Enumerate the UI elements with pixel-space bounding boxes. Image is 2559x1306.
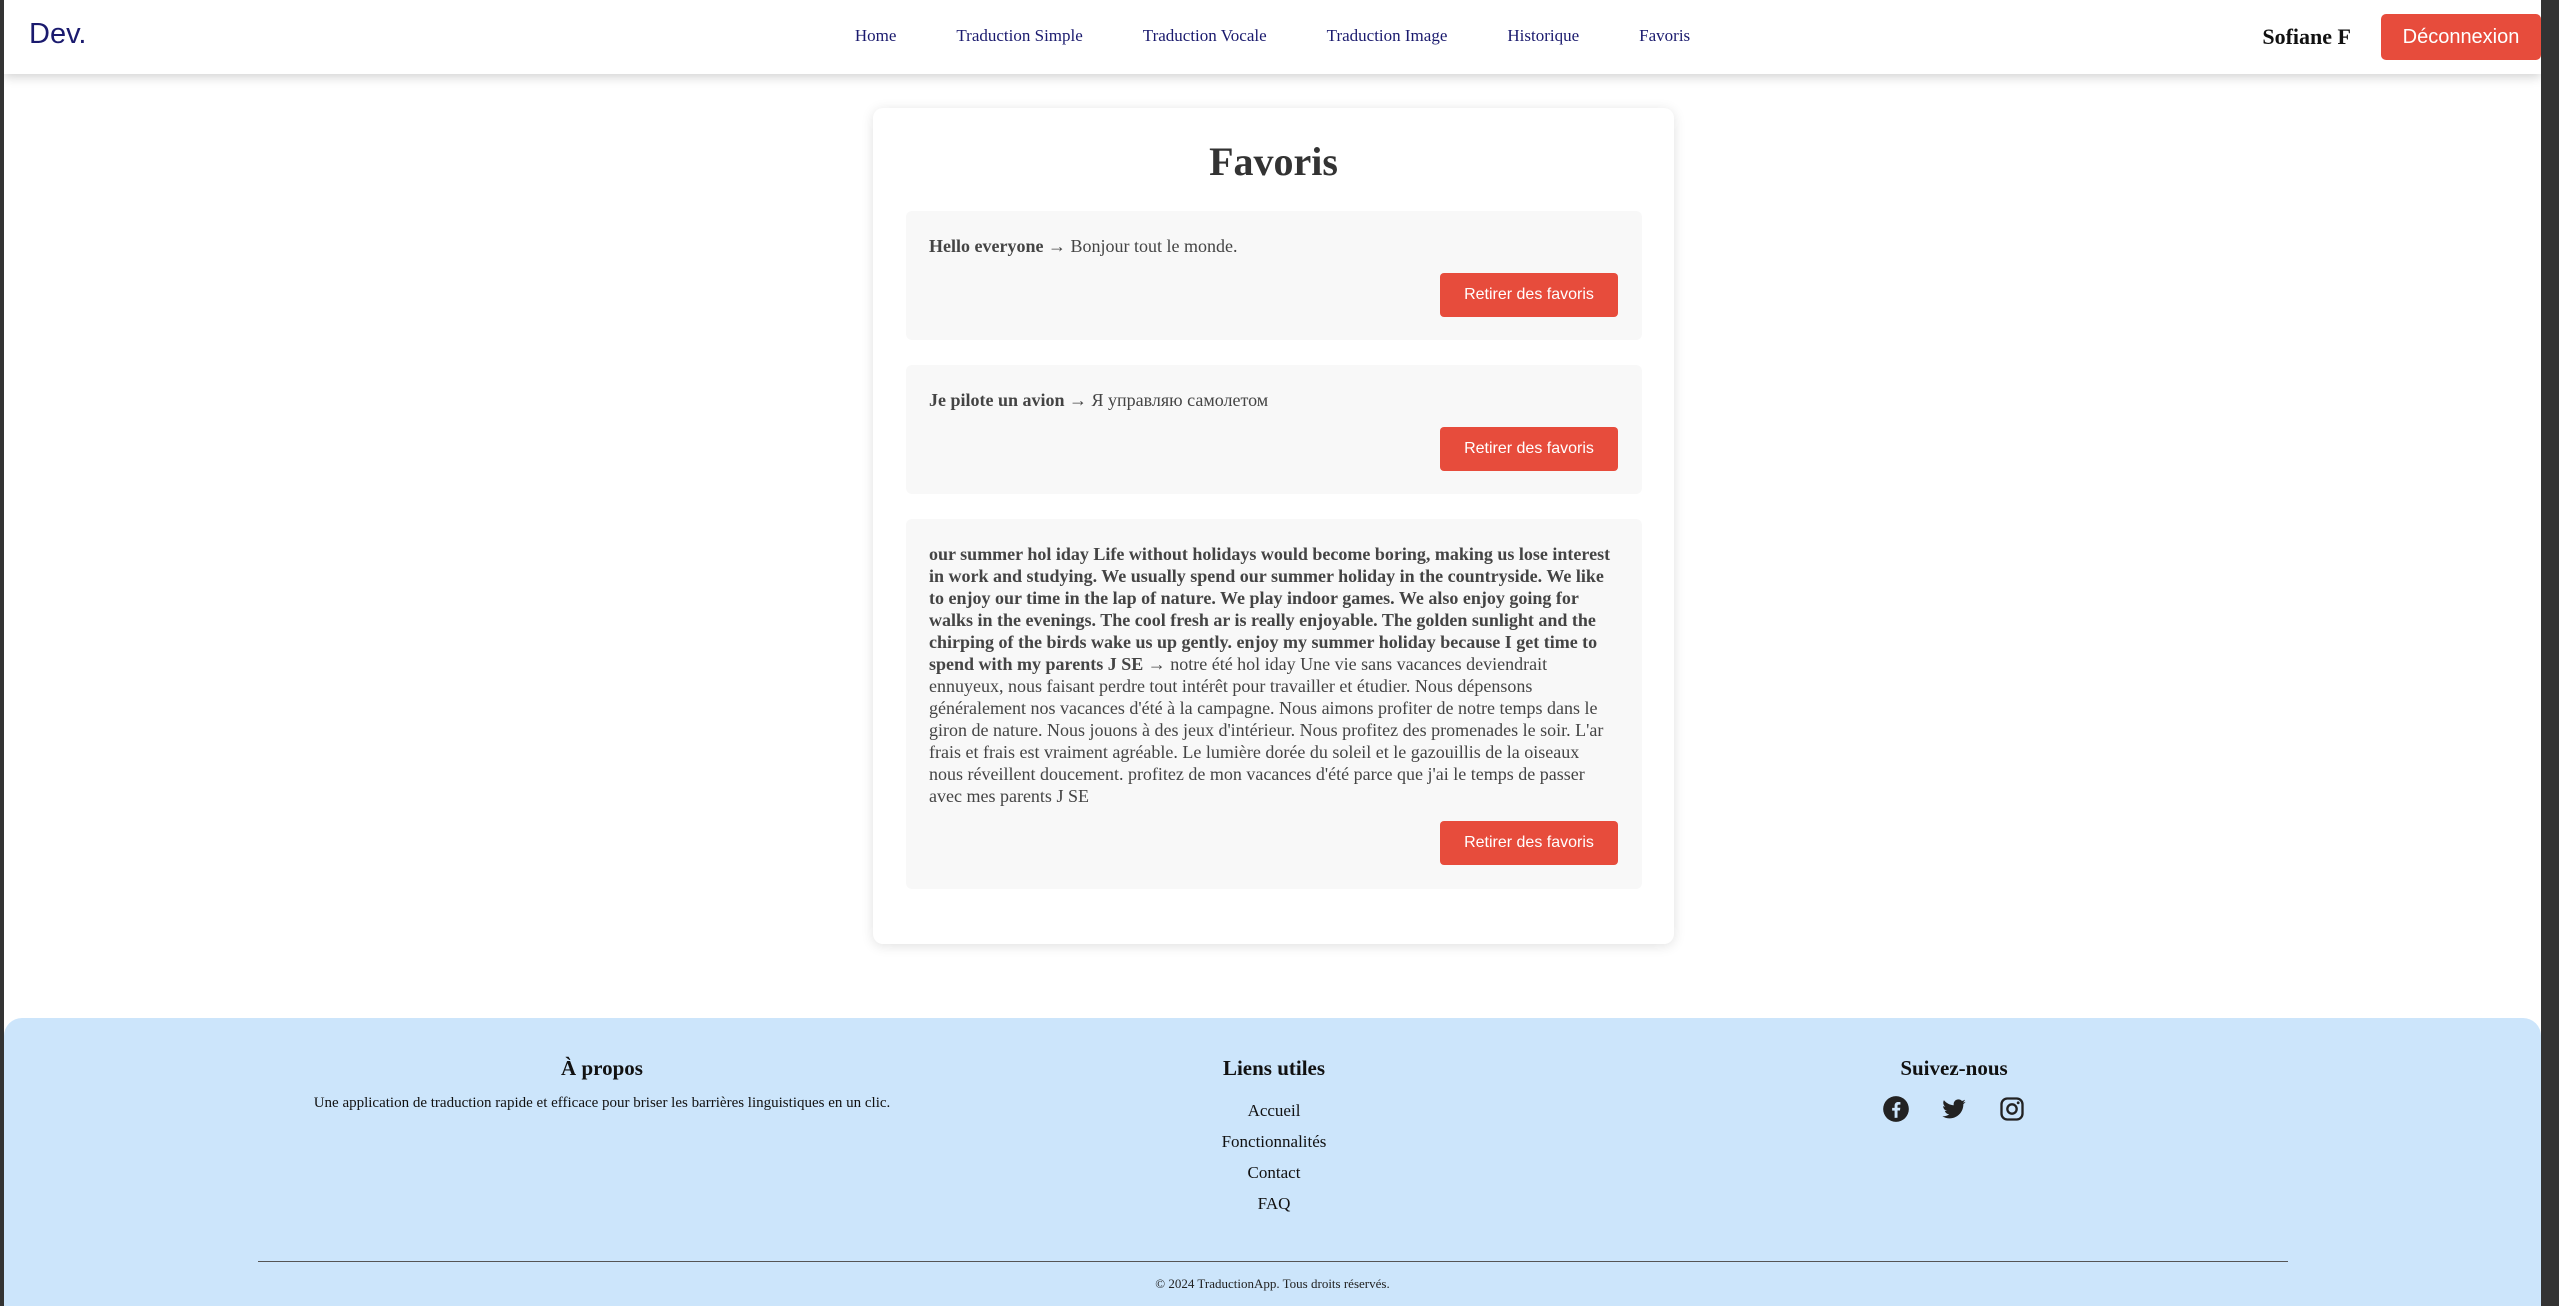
nav-link-historique[interactable]: Historique (1507, 26, 1579, 46)
twitter-icon[interactable] (1940, 1095, 1968, 1123)
favorites-card: Favoris Hello everyone → Bonjour tout le… (873, 108, 1674, 944)
footer-about-text: Une application de traduction rapide et … (313, 1095, 891, 1111)
nav-link-traduction-vocale[interactable]: Traduction Vocale (1143, 26, 1267, 46)
favorite-translation: Bonjour tout le monde. (1070, 236, 1238, 256)
favorite-text: Je pilote un avion → Я управляю самолето… (929, 389, 1612, 411)
nav-link-home[interactable]: Home (855, 26, 897, 46)
remove-favorite-button[interactable]: Retirer des favoris (1440, 273, 1618, 317)
footer-link-contact[interactable]: Contact (1074, 1157, 1474, 1188)
footer-about-title: À propos (561, 1056, 643, 1080)
favorite-text: our summer hol iday Life without holiday… (929, 543, 1612, 807)
logout-button[interactable]: Déconnexion (2381, 14, 2541, 60)
navbar: Dev. Home Traduction Simple Traduction V… (4, 0, 2541, 74)
copyright: © 2024 TraductionApp. Tous droits réserv… (1155, 1276, 1390, 1291)
footer-divider (258, 1261, 2288, 1262)
nav-links: Home Traduction Simple Traduction Vocale… (4, 26, 2541, 46)
remove-favorite-button[interactable]: Retirer des favoris (1440, 427, 1618, 471)
nav-link-favoris[interactable]: Favoris (1639, 26, 1690, 46)
favorite-item: our summer hol iday Life without holiday… (906, 519, 1642, 889)
nav-link-traduction-image[interactable]: Traduction Image (1327, 26, 1448, 46)
footer-link-faq[interactable]: FAQ (1074, 1188, 1474, 1219)
footer-about: À propos Une application de traduction r… (258, 1056, 946, 1112)
arrow: → (1147, 654, 1166, 674)
favorite-source: Hello everyone (929, 236, 1044, 256)
footer-social-title: Suivez-nous (1900, 1056, 2008, 1080)
arrow: → (1047, 236, 1066, 256)
favorite-translation: Я управляю самолетом (1091, 390, 1269, 410)
favorite-item: Hello everyone → Bonjour tout le monde. … (906, 211, 1642, 340)
footer-social: Suivez-nous (1754, 1056, 2154, 1123)
user-name: Sofiane F (2262, 24, 2351, 49)
page-title: Favoris (1209, 139, 1338, 184)
facebook-icon[interactable] (1882, 1095, 1910, 1123)
remove-favorite-button[interactable]: Retirer des favoris (1440, 821, 1618, 865)
footer-links-title: Liens utiles (1222, 1056, 1326, 1080)
footer: À propos Une application de traduction r… (4, 1018, 2541, 1306)
favorite-translation: notre été hol iday Une vie sans vacances… (929, 654, 1604, 806)
favorite-text: Hello everyone → Bonjour tout le monde. (929, 235, 1612, 257)
arrow: → (1069, 390, 1088, 410)
footer-link-accueil[interactable]: Accueil (1074, 1095, 1474, 1126)
nav-link-traduction-simple[interactable]: Traduction Simple (956, 26, 1082, 46)
favorite-source: Je pilote un avion (929, 390, 1065, 410)
footer-links: Liens utiles Accueil Fonctionnalités Con… (1074, 1056, 1474, 1219)
footer-link-fonctionnalites[interactable]: Fonctionnalités (1074, 1126, 1474, 1157)
favorite-item: Je pilote un avion → Я управляю самолето… (906, 365, 1642, 494)
browser-viewport: Dev. Home Traduction Simple Traduction V… (4, 0, 2541, 1306)
instagram-icon[interactable] (1998, 1095, 2026, 1123)
